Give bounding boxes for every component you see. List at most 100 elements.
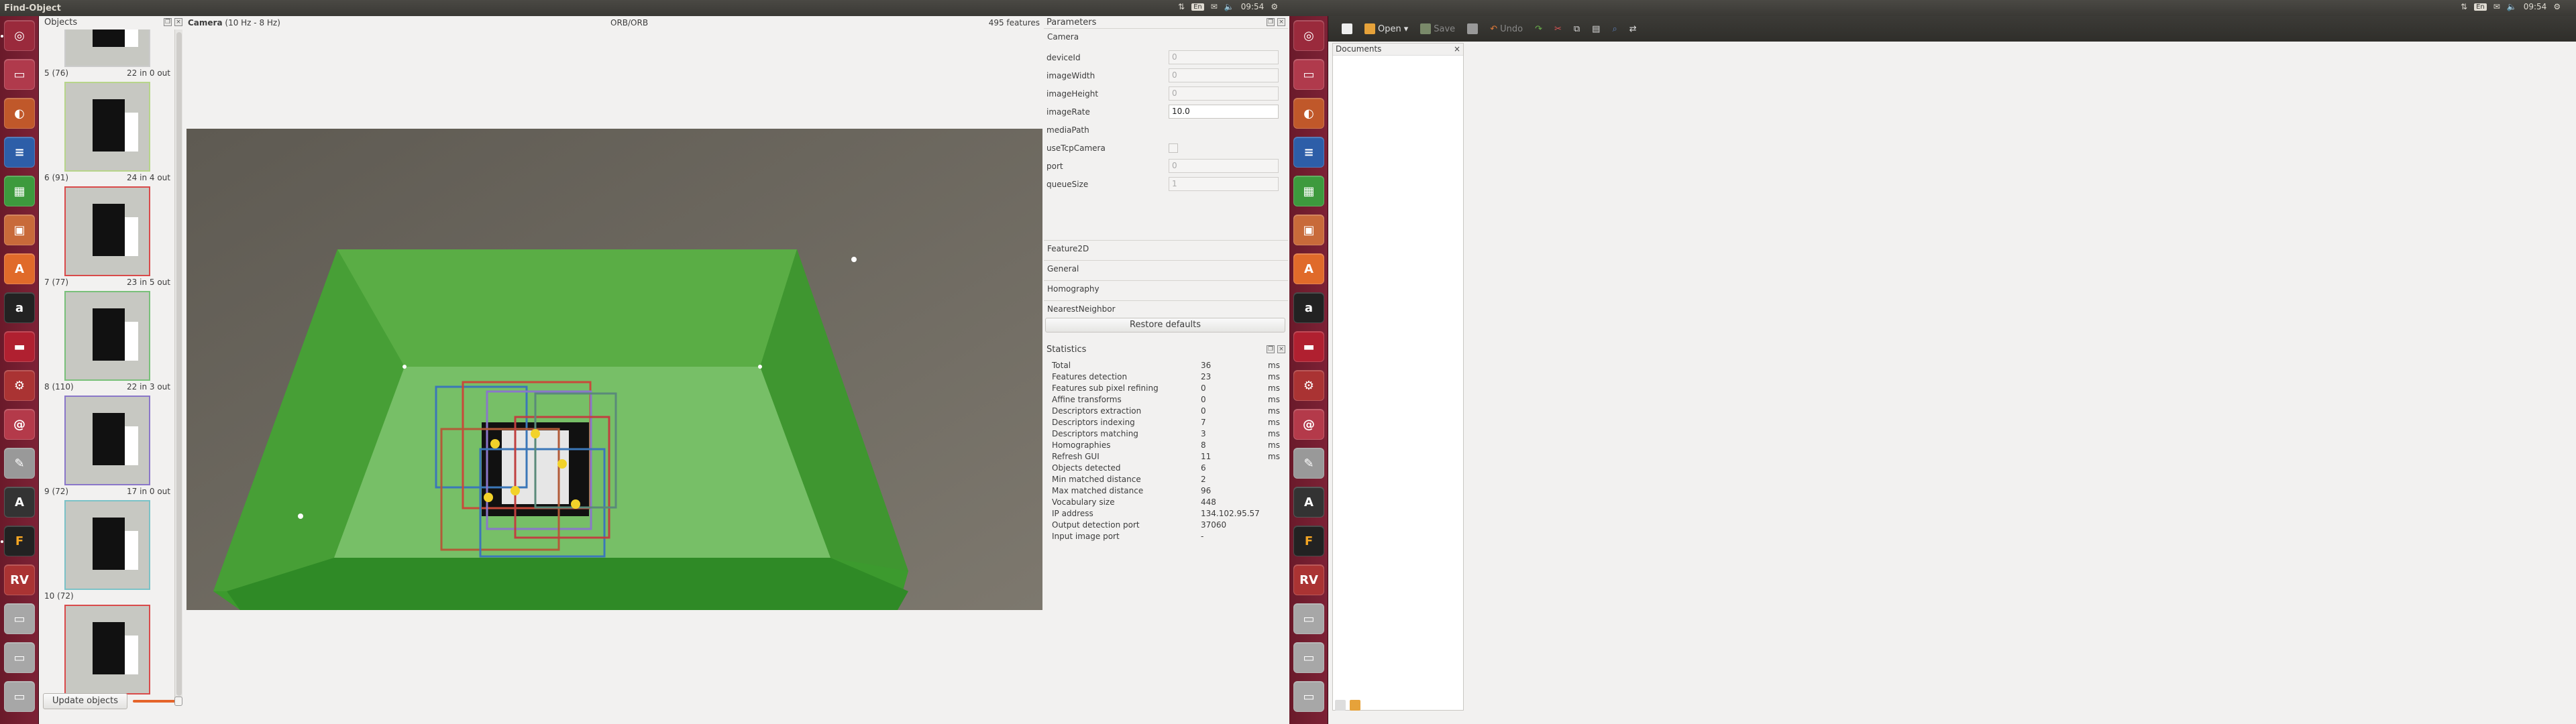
find-icon[interactable]: ⌕ bbox=[1608, 24, 1621, 34]
list-item[interactable]: 10 (72) bbox=[42, 499, 174, 601]
rviz-icon[interactable]: RV bbox=[1293, 564, 1324, 595]
dash-icon[interactable]: ◎ bbox=[1293, 20, 1324, 51]
objects-scrollbar[interactable] bbox=[174, 29, 182, 700]
terminal-icon[interactable]: ▬ bbox=[4, 331, 35, 362]
editor-icon[interactable]: ✎ bbox=[4, 448, 35, 479]
undo-button[interactable]: ↶ Undo bbox=[1486, 24, 1527, 34]
software-center-icon[interactable]: A bbox=[4, 253, 35, 284]
copy-icon[interactable]: ⧉ bbox=[1570, 24, 1584, 34]
use-tcp-camera-checkbox[interactable] bbox=[1169, 143, 1178, 153]
trash-icon[interactable]: ▭ bbox=[4, 681, 35, 712]
save-button[interactable]: Save bbox=[1416, 23, 1459, 34]
settings-icon[interactable]: ⚙ bbox=[1293, 370, 1324, 401]
documents-title: Documents bbox=[1336, 44, 1382, 54]
list-item[interactable]: 5 (76) 22 in 0 out bbox=[42, 29, 174, 78]
stat-key: Objects detected bbox=[1052, 463, 1121, 473]
volume-icon[interactable]: 🔈 bbox=[2507, 2, 2517, 11]
objects-panel: Objects ❐ × 5 (76) 22 in 0 out 6 (91) 24 … bbox=[42, 16, 185, 715]
document-icon[interactable] bbox=[1335, 700, 1346, 711]
close-icon[interactable]: × bbox=[1454, 44, 1460, 54]
camera-image[interactable] bbox=[186, 129, 1042, 610]
new-button[interactable] bbox=[1338, 23, 1356, 34]
replace-icon[interactable]: ⇄ bbox=[1625, 24, 1641, 34]
impress-icon[interactable]: ▣ bbox=[1293, 215, 1324, 245]
port-field[interactable]: 0 bbox=[1169, 159, 1279, 173]
list-item[interactable]: 8 (110) 22 in 3 out bbox=[42, 290, 174, 391]
image-width-field[interactable]: 0 bbox=[1169, 68, 1279, 82]
float-icon[interactable]: ❐ bbox=[1267, 345, 1275, 353]
drive-icon[interactable]: ▭ bbox=[4, 642, 35, 673]
debian-icon[interactable]: @ bbox=[4, 409, 35, 440]
clock[interactable]: 09:54 bbox=[2524, 2, 2547, 11]
find-object-icon[interactable]: F bbox=[4, 526, 35, 556]
objects-title: Objects bbox=[44, 17, 78, 27]
section-nearest-neighbor[interactable]: NearestNeighbor bbox=[1044, 300, 1288, 315]
device-id-field[interactable]: 0 bbox=[1169, 50, 1279, 64]
sort-icon[interactable]: ⇅ bbox=[2461, 2, 2467, 11]
firefox-icon[interactable]: ◐ bbox=[4, 98, 35, 129]
objects-list[interactable]: 5 (76) 22 in 0 out 6 (91) 24 in 4 out 7 … bbox=[42, 29, 174, 700]
list-item[interactable]: 9 (72) 17 in 0 out bbox=[42, 394, 174, 496]
folder-icon[interactable] bbox=[1350, 700, 1360, 711]
a-app-icon[interactable]: A bbox=[4, 487, 35, 518]
close-icon[interactable]: × bbox=[174, 18, 182, 26]
clock[interactable]: 09:54 bbox=[1241, 2, 1265, 11]
amazon-icon[interactable]: a bbox=[4, 292, 35, 323]
keyboard-indicator[interactable]: En bbox=[1191, 3, 1204, 11]
calc-icon[interactable]: ▦ bbox=[1293, 176, 1324, 206]
section-homography[interactable]: Homography bbox=[1044, 280, 1288, 295]
debian-icon[interactable]: @ bbox=[1293, 409, 1324, 440]
cut-icon[interactable]: ✂ bbox=[1550, 24, 1566, 34]
files-icon[interactable]: ▭ bbox=[1293, 59, 1324, 90]
firefox-icon[interactable]: ◐ bbox=[1293, 98, 1324, 129]
files-icon[interactable]: ▭ bbox=[4, 59, 35, 90]
settings-icon[interactable]: ⚙ bbox=[4, 370, 35, 401]
restore-defaults-button[interactable]: Restore defaults bbox=[1045, 318, 1285, 333]
rviz-icon[interactable]: RV bbox=[4, 564, 35, 595]
gear-icon[interactable]: ⚙ bbox=[2553, 2, 2561, 11]
slider-handle[interactable] bbox=[174, 697, 182, 706]
sort-icon[interactable]: ⇅ bbox=[1178, 2, 1185, 11]
image-height-field[interactable]: 0 bbox=[1169, 86, 1279, 101]
a-app-icon[interactable]: A bbox=[1293, 487, 1324, 518]
software-center-icon[interactable]: A bbox=[1293, 253, 1324, 284]
tray-right: ⇅ En ✉ 🔈 09:54 ⚙ bbox=[2461, 2, 2566, 11]
list-item[interactable]: 6 (91) 24 in 4 out bbox=[42, 80, 174, 182]
stat-row: Affine transforms 0 ms bbox=[1044, 395, 1288, 406]
list-item[interactable]: 7 (77) 23 in 5 out bbox=[42, 185, 174, 287]
queue-size-field[interactable]: 1 bbox=[1169, 177, 1279, 191]
writer-icon[interactable]: ≡ bbox=[4, 137, 35, 168]
section-camera[interactable]: Camera bbox=[1044, 28, 1288, 43]
size-slider[interactable] bbox=[133, 697, 182, 706]
volume-icon[interactable]: 🔈 bbox=[1224, 2, 1234, 11]
update-objects-button[interactable]: Update objects bbox=[43, 693, 127, 709]
print-icon[interactable] bbox=[1463, 23, 1482, 34]
gear-icon[interactable]: ⚙ bbox=[1271, 2, 1278, 11]
terminal-icon[interactable]: ▬ bbox=[1293, 331, 1324, 362]
dash-icon[interactable]: ◎ bbox=[4, 20, 35, 51]
impress-icon[interactable]: ▣ bbox=[4, 215, 35, 245]
drive-icon[interactable]: ▭ bbox=[1293, 603, 1324, 634]
float-icon[interactable]: ❐ bbox=[164, 18, 172, 26]
calc-icon[interactable]: ▦ bbox=[4, 176, 35, 206]
section-general[interactable]: General bbox=[1044, 260, 1288, 275]
writer-icon[interactable]: ≡ bbox=[1293, 137, 1324, 168]
drive-icon[interactable]: ▭ bbox=[4, 603, 35, 634]
section-feature2d[interactable]: Feature2D bbox=[1044, 240, 1288, 255]
editor-icon[interactable]: ✎ bbox=[1293, 448, 1324, 479]
paste-icon[interactable]: ▤ bbox=[1588, 24, 1604, 34]
list-item[interactable] bbox=[42, 603, 174, 700]
image-rate-field[interactable]: 10.0 bbox=[1169, 105, 1279, 119]
redo-icon[interactable]: ↷ bbox=[1531, 24, 1546, 34]
float-icon[interactable]: ❐ bbox=[1267, 18, 1275, 26]
drive-icon[interactable]: ▭ bbox=[1293, 642, 1324, 673]
amazon-icon[interactable]: a bbox=[1293, 292, 1324, 323]
close-icon[interactable]: × bbox=[1277, 18, 1285, 26]
trash-icon[interactable]: ▭ bbox=[1293, 681, 1324, 712]
close-icon[interactable]: × bbox=[1277, 345, 1285, 353]
open-button[interactable]: Open ▾ bbox=[1360, 23, 1412, 34]
find-object-icon[interactable]: F bbox=[1293, 526, 1324, 556]
keyboard-indicator[interactable]: En bbox=[2474, 3, 2487, 11]
mail-icon[interactable]: ✉ bbox=[1211, 2, 1218, 11]
mail-icon[interactable]: ✉ bbox=[2493, 2, 2500, 11]
